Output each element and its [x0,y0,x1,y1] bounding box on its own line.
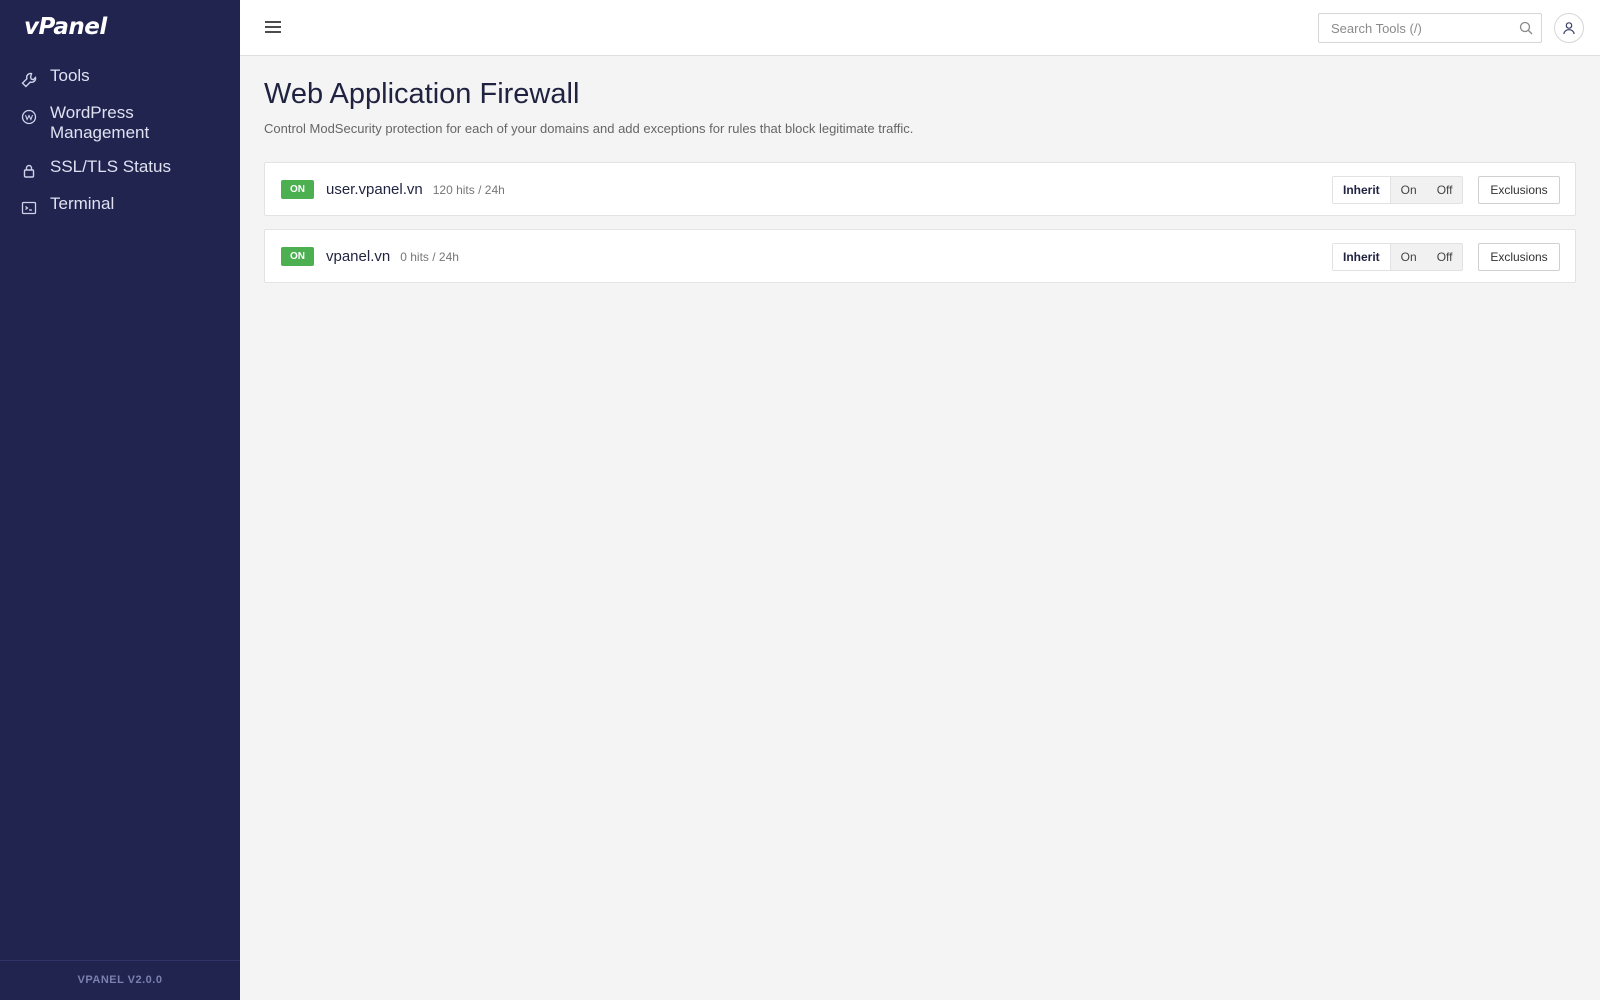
page-title: Web Application Firewall [264,78,580,110]
hamburger-menu-icon[interactable] [264,18,282,36]
mode-off-button[interactable]: Off [1427,177,1463,203]
hits-count: 0 hits / 24h [400,250,459,264]
mode-on-button[interactable]: On [1391,244,1427,270]
topbar [240,0,1600,56]
page-description: Control ModSecurity protection for each … [264,121,914,136]
sidebar-item-terminal[interactable]: Terminal [0,194,240,217]
terminal-icon [20,199,38,217]
exclusions-button[interactable]: Exclusions [1478,176,1560,204]
mode-toggle: Inherit On Off [1332,176,1464,204]
sidebar-item-label: WordPress Management [50,103,150,142]
sidebar-nav: Tools WordPress Management SSL/TLS Statu… [0,66,240,231]
sidebar-item-ssl-tls-status[interactable]: SSL/TLS Status [0,157,240,180]
domain-name: vpanel.vn [326,248,391,265]
domain-row: ON vpanel.vn 0 hits / 24h Inherit On Off … [264,229,1576,283]
domain-info: vpanel.vn 0 hits / 24h [326,247,459,267]
sidebar-item-wordpress-management[interactable]: WordPress Management [0,103,240,143]
search-box [1318,13,1542,43]
sidebar-item-label: SSL/TLS Status [50,157,171,176]
mode-off-button[interactable]: Off [1427,244,1463,270]
domain-list: ON user.vpanel.vn 120 hits / 24h Inherit … [264,162,1576,283]
mode-on-button[interactable]: On [1391,177,1427,203]
domain-info: user.vpanel.vn 120 hits / 24h [326,180,505,200]
search-icon[interactable] [1519,21,1533,35]
status-badge: ON [281,247,314,266]
sidebar-item-label: Terminal [50,194,115,213]
sidebar: vPanel Tools WordPress Management SSL/TL… [0,0,240,1000]
mode-inherit-button[interactable]: Inherit [1333,177,1391,203]
user-icon [1563,22,1575,35]
hits-count: 120 hits / 24h [432,183,505,197]
status-badge: ON [281,180,314,199]
lock-icon [20,162,38,180]
sidebar-item-label: Tools [50,66,90,85]
domain-row: ON user.vpanel.vn 120 hits / 24h Inherit … [264,162,1576,216]
sidebar-item-tools[interactable]: Tools [0,66,240,89]
search-input[interactable] [1319,14,1509,42]
main-content: Web Application Firewall Control ModSecu… [264,76,1576,296]
exclusions-button[interactable]: Exclusions [1478,243,1560,271]
vpanel-logo[interactable]: vPanel [24,14,107,40]
wordpress-icon [20,108,38,126]
user-avatar-button[interactable] [1554,13,1584,43]
mode-inherit-button[interactable]: Inherit [1333,244,1391,270]
wrench-icon [20,71,38,89]
version-label: VPANEL V2.0.0 [0,960,240,1000]
domain-name: user.vpanel.vn [326,181,423,198]
mode-toggle: Inherit On Off [1332,243,1464,271]
